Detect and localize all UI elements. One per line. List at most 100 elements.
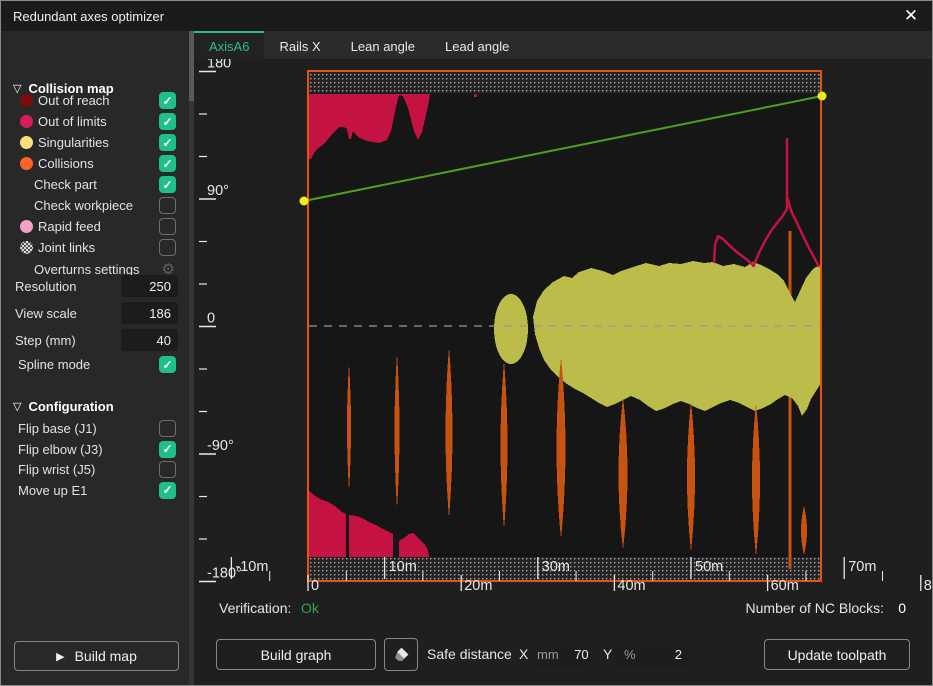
eraser-button[interactable] (384, 638, 418, 671)
x-tick-label: 40m (617, 578, 645, 593)
singularities-color-dot (20, 136, 33, 149)
safe-distance-x-box: mm (529, 641, 591, 667)
safe-distance-y-unit: % (624, 647, 636, 662)
legend-row-singularities: Singularities ✓ (1, 133, 189, 153)
sidebar: ▽Collision mapOut of reach✓Out of limits… (1, 31, 189, 685)
tab-lead-angle[interactable]: Lead angle (430, 31, 524, 59)
safe-distance-y-input[interactable] (636, 647, 682, 662)
checkbox-flip-wrist-j5[interactable] (159, 461, 176, 478)
config-row-flip-wrist-j5: Flip wrist (J5) (1, 460, 189, 480)
config-row-move-up-e1: Move up E1 ✓ (1, 481, 189, 501)
legend-label: Joint links (38, 240, 95, 255)
checkbox-flip-elbow-j3[interactable]: ✓ (159, 441, 176, 458)
checkbox-singularities[interactable]: ✓ (159, 134, 176, 151)
tab-rails-x[interactable]: Rails X (264, 31, 335, 59)
tab-axisa6[interactable]: AxisA6 (194, 31, 264, 59)
legend-label: Check workpiece (34, 198, 133, 213)
checkbox-out-of-reach[interactable]: ✓ (159, 92, 176, 109)
legend-row-out-of-limits: Out of limits ✓ (1, 112, 189, 132)
legend-row-check-part: Check part✓ (1, 175, 189, 195)
section-title: Configuration (28, 399, 113, 414)
build-map-button[interactable]: ▶ Build map (14, 641, 179, 671)
collision-map-svg: 18090°0-90°-180°-10m010m20m30m40m50m60m7… (196, 59, 933, 593)
singularity-lens (494, 294, 528, 364)
x-tick-label: 20m (464, 578, 492, 593)
field-row-view-scale: View scale (1, 304, 189, 324)
out-of-limits-color-dot (20, 115, 33, 128)
checkbox-rapid-feed[interactable] (159, 218, 176, 235)
collision-line (789, 231, 792, 569)
update-toolpath-button[interactable]: Update toolpath (764, 639, 910, 670)
legend-row-out-of-reach: Out of reach ✓ (1, 91, 189, 111)
field-label: Resolution (15, 279, 76, 294)
config-row-flip-elbow-j3: Flip elbow (J3)✓ (1, 440, 189, 460)
field-label: Step (mm) (15, 333, 76, 348)
y-tick-label: 180 (207, 59, 231, 71)
safe-distance-x-unit: mm (537, 647, 559, 662)
safe-distance-label: Safe distance (427, 646, 512, 662)
x-tick-label: 50m (695, 559, 723, 575)
safe-distance-y-label: Y (603, 646, 612, 662)
config-label: Flip base (J1) (18, 421, 97, 436)
out-of-reach-color-dot (20, 94, 33, 107)
path-end-point (818, 92, 827, 101)
redundant-axes-optimizer-window: Redundant axes optimizer ✕ ▽Collision ma… (0, 0, 933, 686)
section-header-configuration[interactable]: ▽ Configuration (13, 396, 189, 416)
config-label: Move up E1 (18, 483, 87, 498)
path-start-point (300, 197, 309, 206)
config-label: Flip wrist (J5) (18, 462, 95, 477)
eraser-icon (393, 646, 410, 663)
checkbox-flip-base-j1[interactable] (159, 420, 176, 437)
legend-label: Out of reach (38, 93, 110, 108)
legend-row-collisions: Collisions ✓ (1, 154, 189, 174)
collapse-triangle-icon: ▽ (13, 400, 21, 413)
verification-label: Verification: (219, 600, 291, 616)
window-title: Redundant axes optimizer (13, 9, 164, 24)
spline-mode-label: Spline mode (18, 357, 90, 372)
collisions-color-dot (20, 157, 33, 170)
field-row-resolution: Resolution (1, 277, 189, 297)
legend-row-rapid-feed: Rapid feed (1, 217, 189, 237)
legend-label: Singularities (38, 135, 109, 150)
checkbox-spline-mode[interactable]: ✓ (159, 356, 176, 373)
checkbox-check-part[interactable]: ✓ (159, 176, 176, 193)
tab-bar: AxisA6Rails XLean angleLead angle (194, 31, 932, 59)
tab-lean-angle[interactable]: Lean angle (336, 31, 430, 59)
status-row: Verification: Ok Number of NC Blocks: 0 (194, 597, 932, 621)
build-graph-button[interactable]: Build graph (216, 639, 376, 670)
y-tick-label: -90° (207, 438, 234, 454)
x-tick-label: 0 (311, 578, 319, 593)
field-row-step-mm: Step (mm) (1, 331, 189, 351)
collision-map-chart[interactable]: 18090°0-90°-180°-10m010m20m30m40m50m60m7… (196, 59, 933, 593)
joint-links-band-top (309, 72, 820, 93)
field-label: View scale (15, 306, 77, 321)
x-tick-label: 60m (771, 578, 799, 593)
x-tick-label: 30m (542, 559, 570, 575)
legend-row-joint-links: Joint links (1, 238, 189, 258)
legend-label: Collisions (38, 156, 94, 171)
play-icon: ▶ (56, 650, 64, 663)
checkbox-collisions[interactable]: ✓ (159, 155, 176, 172)
view-scale-input[interactable] (121, 302, 178, 324)
build-map-label: Build map (75, 648, 137, 664)
close-icon[interactable]: ✕ (900, 5, 922, 27)
title-bar: Redundant axes optimizer ✕ (1, 1, 932, 31)
out-of-limits-dot (474, 94, 477, 97)
checkbox-check-workpiece[interactable] (159, 197, 176, 214)
checkbox-joint-links[interactable] (159, 239, 176, 256)
legend-row-check-workpiece: Check workpiece (1, 196, 189, 216)
step-mm-input[interactable] (121, 329, 178, 351)
safe-distance-x-input[interactable] (559, 647, 589, 662)
checkbox-out-of-limits[interactable]: ✓ (159, 113, 176, 130)
verification-status: Ok (301, 600, 319, 616)
safe-distance-x-label: X (519, 646, 528, 662)
spline-mode-row: Spline mode ✓ (1, 355, 189, 375)
legend-label: Out of limits (38, 114, 107, 129)
rapid-feed-color-dot (20, 220, 33, 233)
config-row-flip-base-j1: Flip base (J1) (1, 419, 189, 439)
joint-links-color-dot (20, 241, 33, 254)
resolution-input[interactable] (121, 275, 178, 297)
nc-blocks-value: 0 (898, 600, 906, 616)
checkbox-move-up-e1[interactable]: ✓ (159, 482, 176, 499)
main-panel: AxisA6Rails XLean angleLead angle 18090°… (194, 31, 932, 685)
